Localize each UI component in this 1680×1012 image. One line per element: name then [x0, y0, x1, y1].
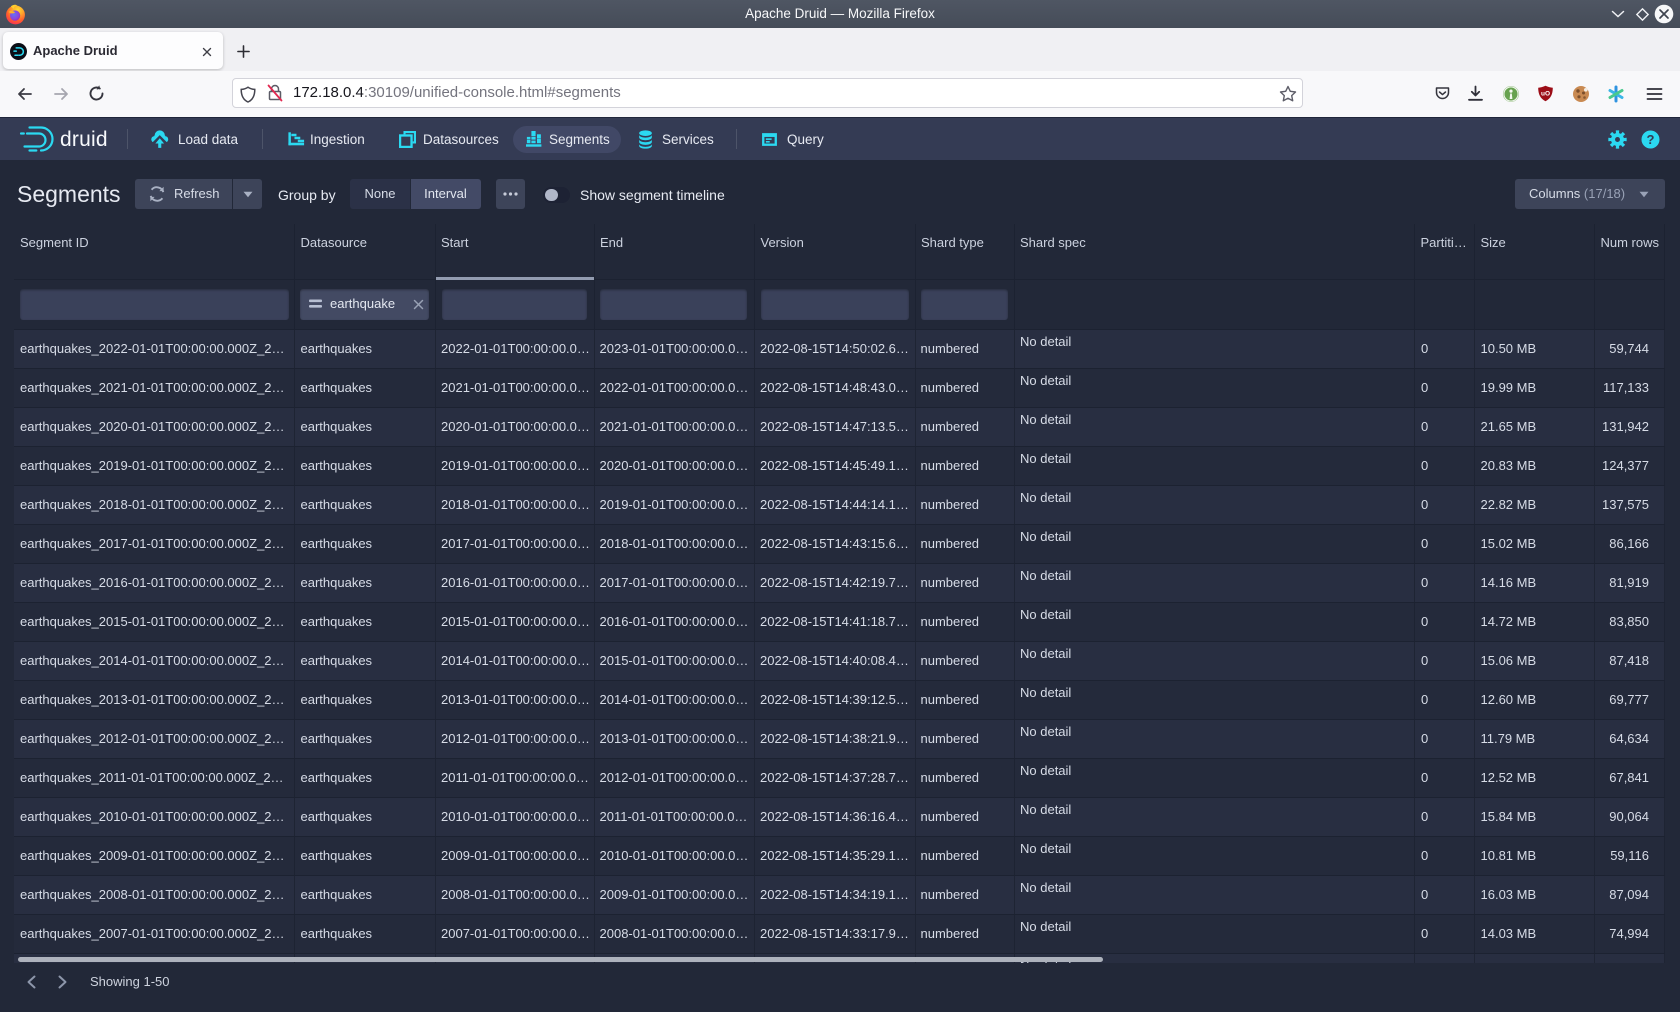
svg-text:uO: uO [1541, 91, 1550, 98]
svg-text:?: ? [1647, 132, 1655, 147]
